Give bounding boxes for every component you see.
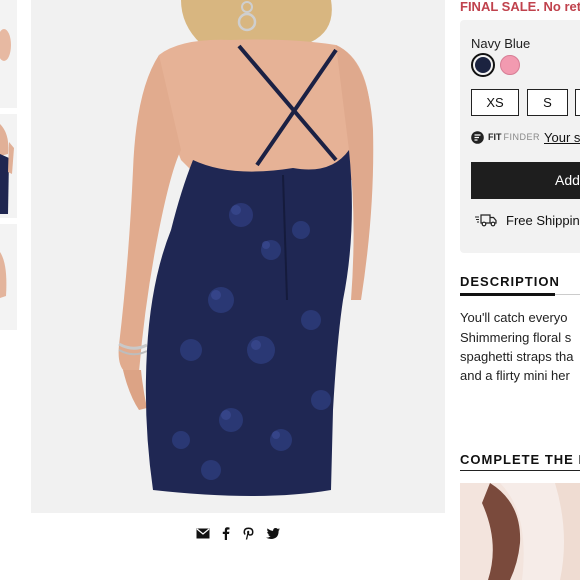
description-line-2: Shimmering floral s	[460, 330, 572, 345]
complete-the-look-divider	[460, 470, 580, 471]
size-button-xs[interactable]: XS	[471, 89, 519, 116]
description-line-4: and a flirty mini her	[460, 368, 570, 383]
complete-look-photo	[460, 483, 580, 580]
free-shipping-text: Free Shippin	[506, 212, 580, 228]
thumbnail-1-image	[0, 0, 17, 108]
fit-finder-row: FIT FINDER Your s	[471, 129, 580, 145]
fit-finder-logo-icon	[471, 130, 484, 144]
pinterest-icon[interactable]	[243, 527, 254, 540]
facebook-icon[interactable]	[222, 526, 230, 540]
complete-the-look-heading: COMPLETE THE L	[460, 452, 580, 467]
fit-finder-brand-bold: FIT	[488, 132, 502, 142]
dress-back-photo	[31, 0, 445, 513]
swatch-pink[interactable]	[500, 55, 520, 75]
size-button-s[interactable]: S	[527, 89, 568, 116]
add-to-bag-button[interactable]: Add	[471, 162, 580, 199]
description-line-1: You'll catch everyo	[460, 310, 568, 325]
thumbnail-2-image	[0, 114, 17, 218]
shipping-truck-icon	[475, 214, 497, 227]
swatch-navy-fill	[475, 57, 491, 73]
description-active-underline	[460, 293, 555, 296]
size-button-m[interactable]	[575, 89, 580, 116]
swatch-navy-selected[interactable]	[471, 53, 495, 77]
description-line-3: spaghetti straps tha	[460, 349, 574, 364]
complete-the-look-product-image[interactable]	[460, 483, 580, 580]
fit-finder-link[interactable]: Your s	[544, 130, 580, 145]
thumbnail-3-image	[0, 224, 17, 330]
envelope-icon[interactable]	[196, 528, 210, 539]
final-sale-notice: FINAL SALE. No ret	[460, 0, 580, 14]
thumbnail-2[interactable]	[0, 114, 17, 218]
thumbnail-1[interactable]	[0, 0, 17, 108]
fit-finder-brand-light: FINDER	[503, 132, 540, 142]
color-name: Navy Blue	[471, 36, 531, 51]
twitter-icon[interactable]	[265, 527, 280, 539]
free-shipping-row: Free Shippin	[474, 211, 580, 229]
thumbnail-3[interactable]	[0, 224, 17, 330]
main-product-image[interactable]	[31, 0, 445, 513]
description-heading[interactable]: DESCRIPTION	[460, 274, 560, 289]
share-bar	[196, 526, 280, 540]
